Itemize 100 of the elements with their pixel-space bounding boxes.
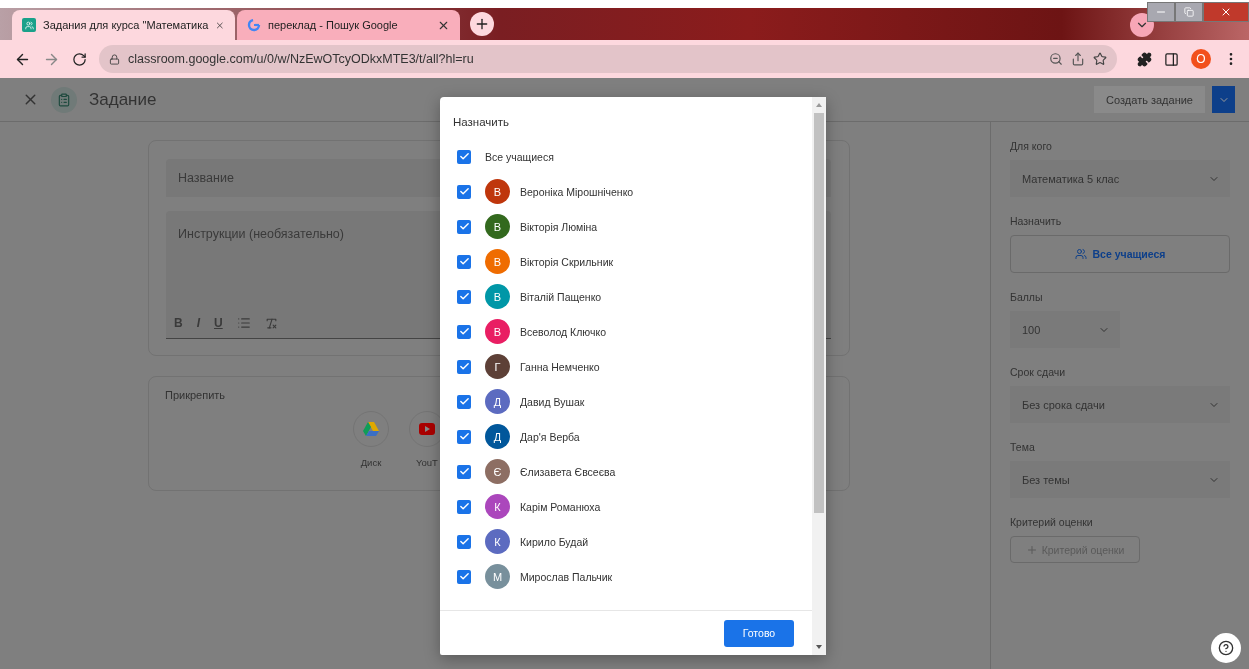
avatar: Д (485, 389, 510, 414)
video-icon (419, 423, 435, 435)
checkbox[interactable] (457, 429, 471, 444)
format-button[interactable]: I (196, 316, 200, 330)
field-label: Критерий оценки (1010, 516, 1094, 528)
format-button[interactable]: U (214, 316, 223, 330)
check-icon (458, 326, 470, 337)
checkbox[interactable] (457, 569, 471, 584)
student-name: Мирослав Пальчик (520, 570, 613, 583)
avatar: В (485, 284, 510, 309)
student-name: Ганна Немченко (520, 360, 600, 373)
check-icon (458, 396, 470, 407)
student-name: Карім Романюха (520, 500, 601, 513)
topic-dropdown[interactable]: Без темы (1010, 461, 1230, 498)
check-icon (458, 186, 470, 197)
due-dropdown[interactable]: Без срока сдачи (1010, 386, 1230, 423)
field-label: Баллы (1010, 291, 1044, 303)
student-name: Всеволод Ключко (520, 325, 606, 338)
scrollbar[interactable] (812, 97, 826, 655)
checkbox[interactable] (457, 499, 471, 514)
student-name: Віталій Пащенко (520, 290, 602, 303)
student-name: Вікторія Люміна (520, 220, 598, 233)
reload-icon[interactable] (72, 51, 87, 67)
check-icon (458, 256, 470, 267)
avatar: Г (485, 354, 510, 379)
points-dropdown[interactable]: 100 (1010, 311, 1120, 348)
check-icon (458, 221, 470, 232)
check-icon (458, 501, 470, 512)
student-name: Давид Вушак (520, 395, 585, 408)
close-icon (1220, 6, 1232, 18)
student-name: Дар'я Верба (520, 430, 580, 443)
avatar: К (485, 494, 510, 519)
student-name: Кирило Будай (520, 535, 589, 548)
attach-label: Прикрепить (165, 389, 227, 401)
page-title: Задание (89, 89, 158, 110)
field-label: Назначить (1010, 215, 1063, 227)
checkbox[interactable] (457, 289, 471, 304)
check-icon (458, 536, 470, 547)
check-icon (458, 466, 470, 477)
field-label: Тема (1010, 441, 1036, 453)
help-icon (1218, 640, 1234, 656)
zoom-out-icon[interactable] (1049, 52, 1063, 66)
check-icon (458, 571, 470, 582)
plus-icon (474, 16, 490, 32)
restore-icon (1184, 7, 1194, 17)
avatar: Є (485, 459, 510, 484)
lock-icon (109, 53, 120, 65)
browser-tab[interactable]: переклад - Пошук Google (237, 10, 460, 40)
profile-avatar[interactable]: О (1191, 49, 1211, 69)
check-icon (458, 291, 470, 302)
field-label: Для кого (1010, 140, 1053, 152)
help-button[interactable] (1211, 633, 1241, 663)
classroom-icon (22, 18, 36, 32)
drive-icon (363, 422, 379, 436)
avatar: Д (485, 424, 510, 449)
puzzle-icon[interactable] (1137, 51, 1152, 67)
student-name: Вікторія Скрильник (520, 255, 614, 268)
avatar: К (485, 529, 510, 554)
avatar: В (485, 214, 510, 239)
people-icon (1074, 248, 1087, 260)
new-tab-button[interactable] (470, 12, 494, 36)
checkbox[interactable] (457, 254, 471, 269)
checkbox[interactable] (457, 184, 471, 199)
check-icon (458, 151, 470, 162)
checkbox[interactable] (457, 219, 471, 234)
restore-button[interactable] (1175, 2, 1203, 22)
plus-icon (1025, 543, 1038, 556)
check-icon (458, 361, 470, 372)
assign-button[interactable]: Все учащиеся (1010, 235, 1230, 273)
dialog-title: Назначить (452, 115, 510, 130)
student-name: Єлизавета Євсеєва (520, 465, 616, 478)
avatar: В (485, 319, 510, 344)
star-icon[interactable] (1093, 52, 1107, 66)
assignment-icon (51, 86, 77, 113)
checkbox[interactable] (457, 324, 471, 339)
checkbox[interactable] (457, 394, 471, 409)
class-dropdown[interactable]: Математика 5 клас (1010, 160, 1230, 197)
checkbox[interactable] (457, 359, 471, 374)
format-button[interactable]: B (174, 316, 183, 330)
checkbox[interactable] (457, 534, 471, 549)
avatar: В (485, 179, 510, 204)
avatar: В (485, 249, 510, 274)
address-bar[interactable]: classroom.google.com/u/0/w/NzEwOTcyODkxMTE3/t/all?hl=ru (99, 45, 1117, 73)
check-icon (458, 431, 470, 442)
instructions-placeholder: Инструкции (необязательно) (178, 227, 344, 241)
attach-label: Диск (360, 457, 382, 468)
student-name: Вероніка Мірошніченко (520, 185, 634, 198)
avatar: М (485, 564, 510, 589)
tab-search-button[interactable] (1130, 13, 1154, 37)
google-icon (247, 18, 261, 32)
share-icon[interactable] (1071, 52, 1085, 66)
minimize-button[interactable] (1147, 2, 1175, 22)
clear-format-icon[interactable] (264, 316, 278, 330)
student-row[interactable]: Все учащиеся (440, 139, 812, 174)
browser-tab[interactable]: Задания для курса "Математика (12, 10, 235, 40)
side-panel-icon[interactable] (1164, 51, 1179, 67)
done-button[interactable]: Готово (724, 619, 794, 647)
checkbox[interactable] (457, 464, 471, 479)
checkbox[interactable] (457, 149, 471, 164)
attach-label: YouT (416, 457, 438, 468)
